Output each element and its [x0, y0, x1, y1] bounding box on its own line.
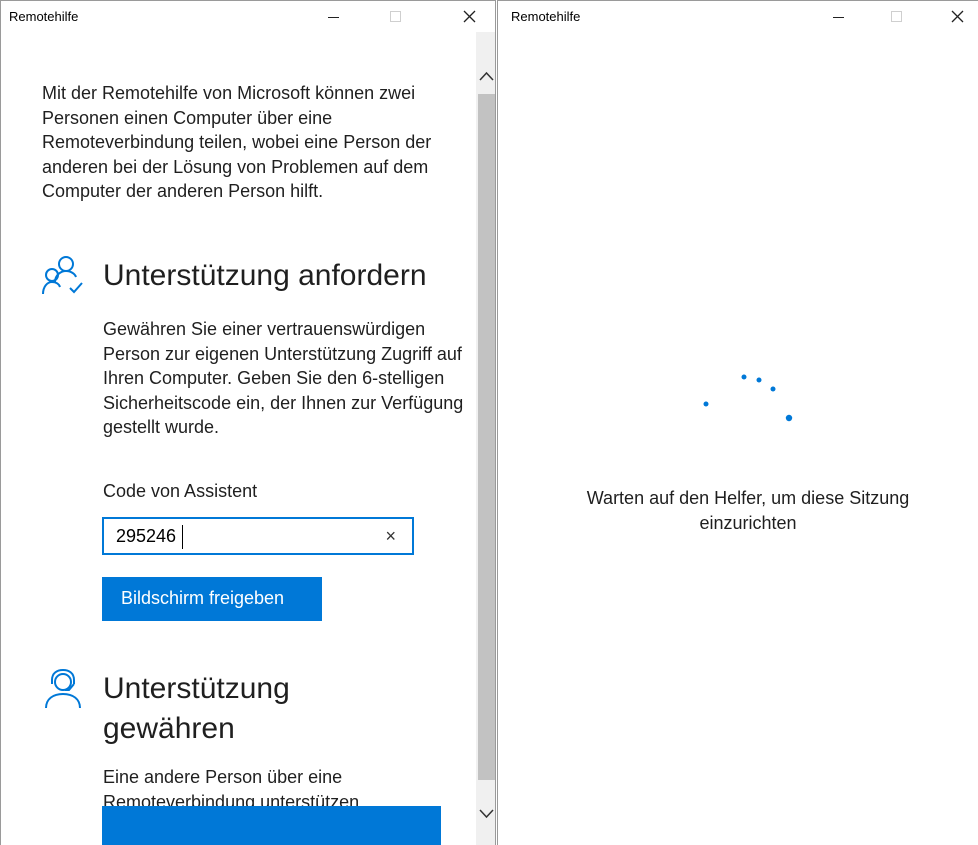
vertical-scrollbar[interactable]: [476, 32, 495, 845]
code-input[interactable]: 295246 ×: [102, 517, 414, 555]
share-screen-button[interactable]: Bildschirm freigeben: [102, 577, 322, 621]
request-help-heading: Unterstützung anfordern: [103, 259, 427, 292]
code-value: 295246: [116, 526, 177, 546]
loading-spinner: [703, 374, 793, 422]
remote-help-window-right: Remotehilfe Warten auf den Helfer, um di…: [497, 0, 978, 845]
window-title: Remotehilfe: [9, 9, 79, 24]
title-bar[interactable]: Remotehilfe: [1, 1, 495, 32]
minimize-button[interactable]: [311, 1, 357, 32]
give-help-button[interactable]: [102, 806, 441, 845]
scroll-thumb[interactable]: [478, 94, 495, 780]
spinner-dot: [703, 401, 709, 407]
give-help-heading: Unterstützung gewähren: [103, 672, 290, 745]
spinner-dot: [770, 386, 776, 392]
maximize-button[interactable]: [373, 1, 419, 32]
intro-text: Mit der Remotehilfe von Microsoft können…: [42, 83, 432, 201]
spinner-dot: [756, 377, 762, 383]
share-screen-label: Bildschirm freigeben: [121, 588, 285, 608]
waiting-status-text: Warten auf den Helfer, um diese Sitzung …: [586, 488, 910, 533]
spinner-dot: [785, 414, 793, 422]
spinner-dot: [741, 374, 747, 380]
text-caret: [182, 525, 183, 549]
request-help-description: Gewähren Sie einer vertrauenswürdigen Pe…: [103, 319, 464, 437]
headset-user-icon: [45, 668, 81, 709]
users-check-icon: [42, 256, 83, 295]
close-icon: [463, 10, 476, 23]
remote-help-window-left: Remotehilfe Mit der Remotehilfe von Micr…: [0, 0, 496, 845]
clear-icon[interactable]: ×: [385, 526, 396, 547]
main-content: Mit der Remotehilfe von Microsoft können…: [1, 32, 495, 845]
chevron-down-icon: [479, 809, 494, 819]
code-label: Code von Assistent: [103, 481, 258, 501]
scroll-up-button[interactable]: [476, 64, 495, 88]
close-button[interactable]: [446, 1, 492, 32]
scroll-down-button[interactable]: [476, 802, 495, 826]
chevron-up-icon: [479, 71, 494, 81]
